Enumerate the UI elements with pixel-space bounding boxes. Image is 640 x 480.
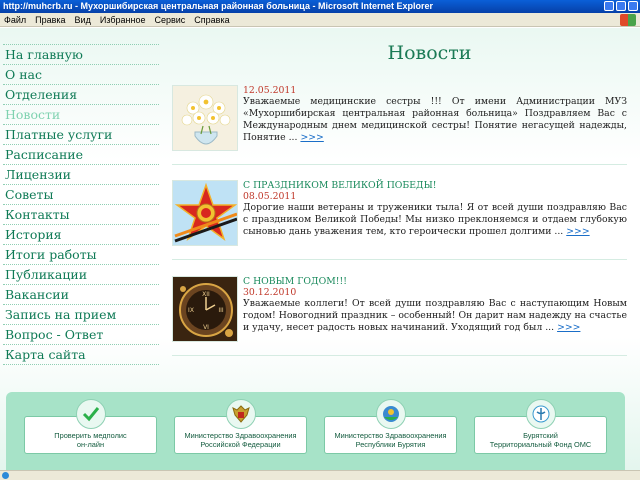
oms-fund-link[interactable]: Бурятский Территориальный Фонд ОМС <box>474 399 607 454</box>
news-date: 12.05.2011 <box>243 85 297 96</box>
news-item: 12.05.2011 Уважаемые медицинские сестры … <box>172 85 627 165</box>
menu-tools[interactable]: Сервис <box>154 15 185 25</box>
minimize-button[interactable] <box>604 1 614 11</box>
news-divider <box>172 259 627 260</box>
nav-home[interactable]: На главную <box>3 45 159 65</box>
link-line: он-лайн <box>76 440 105 449</box>
news-divider <box>172 164 627 165</box>
news-body: С НОВЫМ ГОДОМ!!! 30.12.2010 Уважаемые ко… <box>243 276 627 334</box>
windows-logo-icon <box>620 14 636 26</box>
main-content: Новости 12.05.2011 Уважаемые медицинские… <box>172 40 627 356</box>
link-line: Проверить медполис <box>54 431 127 440</box>
news-body: С ПРАЗДНИКОМ ВЕЛИКОЙ ПОБЕДЫ! 08.05.2011 … <box>243 180 627 238</box>
svg-text:VI: VI <box>203 324 209 331</box>
ministry-buryatia-link[interactable]: Министерство Здравоохранения Республики … <box>324 399 457 454</box>
news-divider <box>172 355 627 356</box>
victory-star-image[interactable] <box>172 180 238 246</box>
read-more-link[interactable]: >>> <box>566 226 589 237</box>
link-line: Российской Федерации <box>200 440 281 449</box>
link-line: Министерство Здравоохранения <box>184 431 297 440</box>
russian-eagle-icon <box>225 399 256 429</box>
oms-emblem-icon <box>525 399 556 429</box>
nav-appointment[interactable]: Запись на прием <box>3 305 159 325</box>
ministry-russia-link[interactable]: Министерство Здравоохранения Российской … <box>174 399 307 454</box>
nav-news[interactable]: Новости <box>3 105 159 125</box>
nav-paid-services[interactable]: Платные услуги <box>3 125 159 145</box>
check-policy-link[interactable]: Проверить медполис он-лайн <box>24 399 157 454</box>
nav-publications[interactable]: Публикации <box>3 265 159 285</box>
nav-results[interactable]: Итоги работы <box>3 245 159 265</box>
window-title: http://muhcrb.ru - Мухоршибирская центра… <box>3 1 433 11</box>
page-title: Новости <box>387 42 472 64</box>
web-page: На главную О нас Отделения Новости Платн… <box>0 28 640 470</box>
nav-history[interactable]: История <box>3 225 159 245</box>
link-line: Территориальный Фонд ОМС <box>489 440 592 449</box>
nav-contacts[interactable]: Контакты <box>3 205 159 225</box>
footer-links-band: Проверить медполис он-лайн Министерство … <box>6 392 625 470</box>
news-item: С ПРАЗДНИКОМ ВЕЛИКОЙ ПОБЕДЫ! 08.05.2011 … <box>172 180 627 260</box>
nav-licenses[interactable]: Лицензии <box>3 165 159 185</box>
nav-faq[interactable]: Вопрос - Ответ <box>3 325 159 345</box>
sidebar-nav: На главную О нас Отделения Новости Платн… <box>3 44 159 365</box>
news-body: 12.05.2011 Уважаемые медицинские сестры … <box>243 85 627 144</box>
menu-file[interactable]: Файл <box>4 15 26 25</box>
nav-schedule[interactable]: Расписание <box>3 145 159 165</box>
menu-help[interactable]: Справка <box>194 15 229 25</box>
svg-text:III: III <box>218 307 224 314</box>
window-controls <box>604 1 638 11</box>
news-headline[interactable]: С ПРАЗДНИКОМ ВЕЛИКОЙ ПОБЕДЫ! <box>243 180 627 191</box>
flowers-image[interactable] <box>172 85 238 151</box>
svg-text:IX: IX <box>188 307 194 314</box>
link-line: Бурятский <box>523 431 558 440</box>
read-more-link[interactable]: >>> <box>557 322 580 333</box>
news-item: XII III VI IX С НОВЫМ ГОДОМ!!! 30.12.2010 У… <box>172 276 627 356</box>
link-line: Республики Бурятия <box>355 440 426 449</box>
svg-text:XII: XII <box>202 291 210 298</box>
checkmark-icon <box>75 399 106 429</box>
news-date: 30.12.2010 <box>243 287 297 298</box>
status-bar <box>0 470 640 480</box>
read-more-link[interactable]: >>> <box>300 132 323 143</box>
nav-departments[interactable]: Отделения <box>3 85 159 105</box>
close-button[interactable] <box>628 1 638 11</box>
nav-vacancies[interactable]: Вакансии <box>3 285 159 305</box>
menu-view[interactable]: Вид <box>75 15 91 25</box>
news-date: 08.05.2011 <box>243 191 297 202</box>
nav-sitemap[interactable]: Карта сайта <box>3 345 159 365</box>
clock-image[interactable]: XII III VI IX <box>172 276 238 342</box>
news-headline[interactable]: С НОВЫМ ГОДОМ!!! <box>243 276 627 287</box>
nav-about[interactable]: О нас <box>3 65 159 85</box>
menu-edit[interactable]: Правка <box>35 15 65 25</box>
maximize-button[interactable] <box>616 1 626 11</box>
ie-page-icon <box>2 472 9 479</box>
link-line: Министерство Здравоохранения <box>334 431 447 440</box>
menu-bar: Файл Правка Вид Избранное Сервис Справка <box>0 13 640 27</box>
buryatia-emblem-icon <box>375 399 406 429</box>
menu-favorites[interactable]: Избранное <box>100 15 146 25</box>
window-title-bar: http://muhcrb.ru - Мухоршибирская центра… <box>0 0 640 13</box>
nav-advice[interactable]: Советы <box>3 185 159 205</box>
